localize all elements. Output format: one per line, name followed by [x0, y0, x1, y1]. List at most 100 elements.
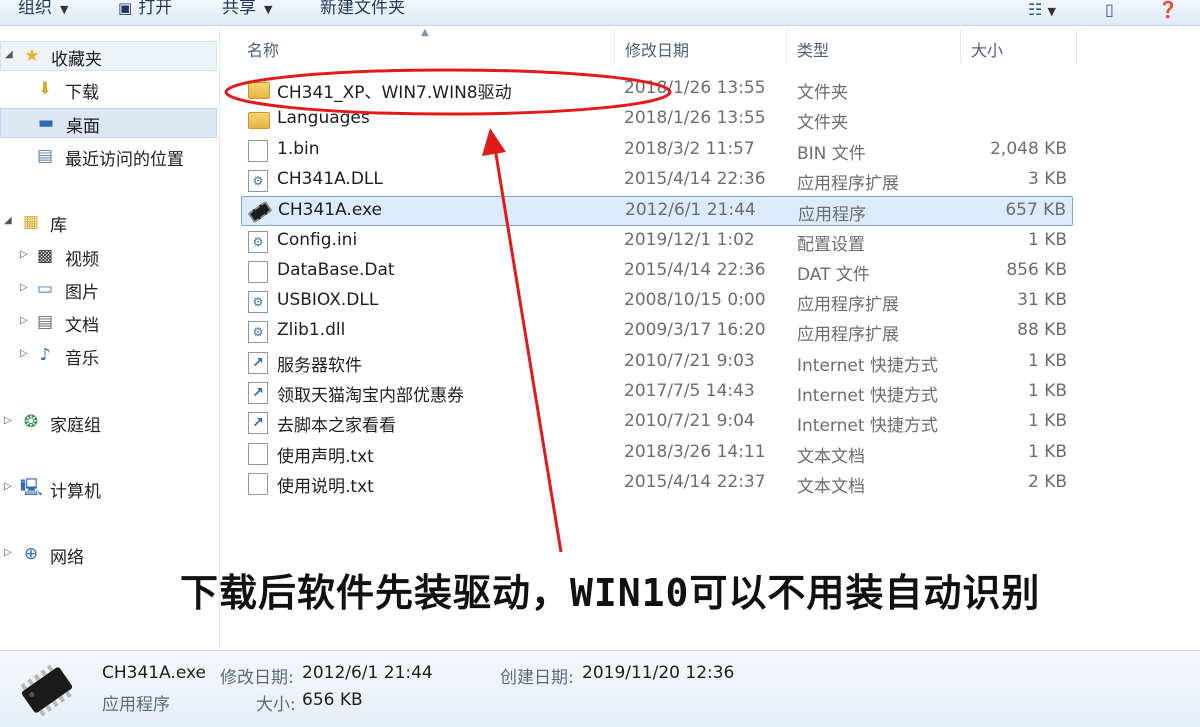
file-list: ▲ 名称 修改日期 类型 大小 CH341_XP、WIN7.WIN8驱动 2018… [221, 27, 1200, 649]
file-type: DAT 文件 [797, 264, 870, 285]
file-row[interactable]: 1.bin 2018/3/2 11:57 BIN 文件 2,048 KB [241, 136, 1073, 166]
organize-menu[interactable]: 组织 ▼ [18, 0, 68, 18]
collapsed-triangle-icon[interactable]: ▷ [4, 547, 12, 558]
file-row[interactable]: ⚙ CH341A.DLL 2015/4/14 22:36 应用程序扩展 3 KB [241, 166, 1073, 196]
details-modified-value: 2012/6/1 21:44 [302, 663, 433, 683]
nav-libraries[interactable]: ◢ ▦ 库 [0, 208, 217, 238]
column-date-label: 修改日期 [625, 41, 690, 60]
file-row[interactable]: ↗ 去脚本之家看看 2010/7/21 9:04 Internet 快捷方式 1 KB [241, 408, 1073, 438]
file-row[interactable]: CH341_XP、WIN7.WIN8驱动 2018/1/26 13:55 文件夹 [241, 75, 1073, 105]
nav-favorites[interactable]: ◢ ★ 收藏夹 [0, 41, 217, 71]
column-header: ▲ 名称 修改日期 类型 大小 [221, 27, 1081, 63]
file-date: 2015/4/14 22:37 [624, 471, 766, 492]
expanded-triangle-icon[interactable]: ◢ [4, 215, 12, 226]
nav-documents[interactable]: ▷ ▤ 文档 [0, 308, 217, 338]
column-size[interactable]: 大小 [961, 29, 1077, 63]
dll-icon: ⚙ [248, 169, 268, 192]
file-name: USBIOX.DLL [277, 290, 379, 311]
file-row[interactable]: DataBase.Dat 2015/4/14 22:36 DAT 文件 856 KB [241, 257, 1073, 287]
recent-places-icon: ▤ [36, 146, 54, 166]
file-date: 2012/6/1 21:44 [625, 200, 756, 221]
file-icon [248, 260, 268, 283]
file-name: Config.ini [277, 229, 358, 250]
collapsed-triangle-icon[interactable]: ▷ [4, 415, 12, 426]
file-size: 657 KB [1005, 200, 1066, 221]
file-name: CH341A.DLL [277, 168, 383, 189]
file-row[interactable]: ⚙ Zlib1.dll 2009/3/17 16:20 应用程序扩展 88 KB [241, 317, 1073, 347]
collapsed-triangle-icon[interactable]: ▷ [20, 315, 28, 326]
open-label: 打开 [138, 0, 173, 18]
file-name: DataBase.Dat [277, 259, 395, 280]
nav-network-label: 网络 [50, 548, 84, 568]
file-row[interactable]: ⚙ USBIOX.DLL 2008/10/15 0:00 应用程序扩展 31 KB [241, 287, 1073, 317]
nav-music-label: 音乐 [65, 349, 99, 369]
chevron-down-icon: ▼ [264, 3, 273, 16]
file-row[interactable]: ⚙ Config.ini 2019/12/1 1:02 配置设置 1 KB [241, 227, 1073, 257]
file-type: Internet 快捷方式 [797, 386, 938, 406]
file-size: 1 KB [1027, 350, 1067, 371]
share-menu[interactable]: 共享 ▼ [222, 0, 272, 18]
text-file-icon [248, 442, 268, 465]
nav-music[interactable]: ▷ ♪ 音乐 [0, 341, 217, 371]
file-row[interactable]: ↗ 领取天猫淘宝内部优惠券 2017/7/5 14:43 Internet 快捷方式 1… [241, 378, 1073, 408]
nav-downloads-label: 下载 [65, 83, 99, 103]
file-type: BIN 文件 [797, 143, 866, 164]
nav-pictures-label: 图片 [65, 283, 99, 303]
column-date[interactable]: 修改日期 [615, 29, 787, 63]
file-name: 去脚本之家看看 [277, 416, 396, 437]
file-date: 2018/3/2 11:57 [624, 138, 755, 159]
file-type: 应用程序扩展 [797, 295, 899, 316]
nav-computer[interactable]: ▷ 🖳 计算机 [0, 474, 217, 504]
file-type: 文本文档 [797, 446, 865, 467]
nav-recent[interactable]: ▤ 最近访问的位置 [0, 142, 217, 172]
collapsed-triangle-icon[interactable]: ▷ [20, 249, 28, 260]
library-icon: ▦ [22, 212, 40, 232]
file-row[interactable]: 使用声明.txt 2018/3/26 14:11 文本文档 1 KB [241, 439, 1073, 469]
collapsed-triangle-icon[interactable]: ▷ [20, 282, 28, 293]
file-row[interactable]: Languages 2018/1/26 13:55 文件夹 [241, 105, 1073, 135]
file-date: 2018/1/26 13:55 [624, 108, 766, 129]
column-type[interactable]: 类型 [787, 29, 961, 63]
file-type: 应用程序 [798, 205, 866, 226]
help-icon[interactable]: ❓ [1158, 0, 1178, 19]
file-type: 配置设置 [797, 234, 865, 255]
file-name: CH341_XP、WIN7.WIN8驱动 [277, 83, 512, 103]
details-filename: CH341A.exe [102, 663, 206, 683]
file-row[interactable]: CH341A.exe 2012/6/1 21:44 应用程序 657 KB [241, 196, 1073, 227]
nav-desktop[interactable]: ▬ 桌面 [0, 108, 217, 138]
open-button[interactable]: ▣ 打开 [118, 0, 172, 18]
nav-downloads[interactable]: ⬇ 下载 [0, 75, 217, 105]
file-date: 2015/4/14 22:36 [624, 168, 766, 189]
column-name[interactable]: 名称 [221, 29, 615, 63]
view-options-icon[interactable]: ☷ ▼ [1028, 0, 1056, 19]
file-name: Languages [277, 108, 370, 129]
nav-homegroup[interactable]: ▷ ❂ 家庭组 [0, 408, 217, 438]
nav-homegroup-label: 家庭组 [50, 416, 101, 436]
preview-pane-icon[interactable]: ▯ [1105, 0, 1114, 19]
star-icon: ★ [24, 46, 40, 66]
nav-pictures[interactable]: ▷ ▭ 图片 [0, 275, 217, 305]
collapsed-triangle-icon[interactable]: ▷ [4, 481, 12, 492]
file-name: 服务器软件 [277, 355, 362, 376]
application-chip-icon [20, 664, 73, 717]
file-date: 2018/1/26 13:55 [624, 78, 766, 98]
organize-label: 组织 [18, 0, 52, 18]
file-row[interactable]: 使用说明.txt 2015/4/14 22:37 文本文档 2 KB [241, 469, 1073, 499]
collapsed-triangle-icon[interactable]: ▷ [20, 348, 28, 359]
file-size: 1 KB [1027, 381, 1067, 401]
command-bar: 组织 ▼ ▣ 打开 共享 ▼ 新建文件夹 ☷ ▼ ▯ ❓ [0, 0, 1200, 26]
shortcut-icon: ↗ [248, 382, 268, 404]
file-size: 1 KB [1027, 411, 1067, 432]
computer-icon: 🖳 [20, 478, 43, 498]
new-folder-button[interactable]: 新建文件夹 [320, 0, 405, 18]
file-size: 31 KB [1017, 290, 1067, 311]
file-date: 2019/12/1 1:02 [624, 229, 755, 250]
nav-videos[interactable]: ▷ ▩ 视频 [0, 242, 217, 272]
film-icon: ▩ [36, 246, 54, 266]
file-type: Internet 快捷方式 [797, 416, 938, 437]
expanded-triangle-icon[interactable]: ◢ [5, 49, 13, 60]
nav-computer-label: 计算机 [50, 482, 101, 502]
details-size-value: 656 KB [302, 690, 363, 710]
file-type: 应用程序扩展 [797, 325, 899, 346]
file-row[interactable]: ↗ 服务器软件 2010/7/21 9:03 Internet 快捷方式 1 KB [241, 348, 1073, 378]
